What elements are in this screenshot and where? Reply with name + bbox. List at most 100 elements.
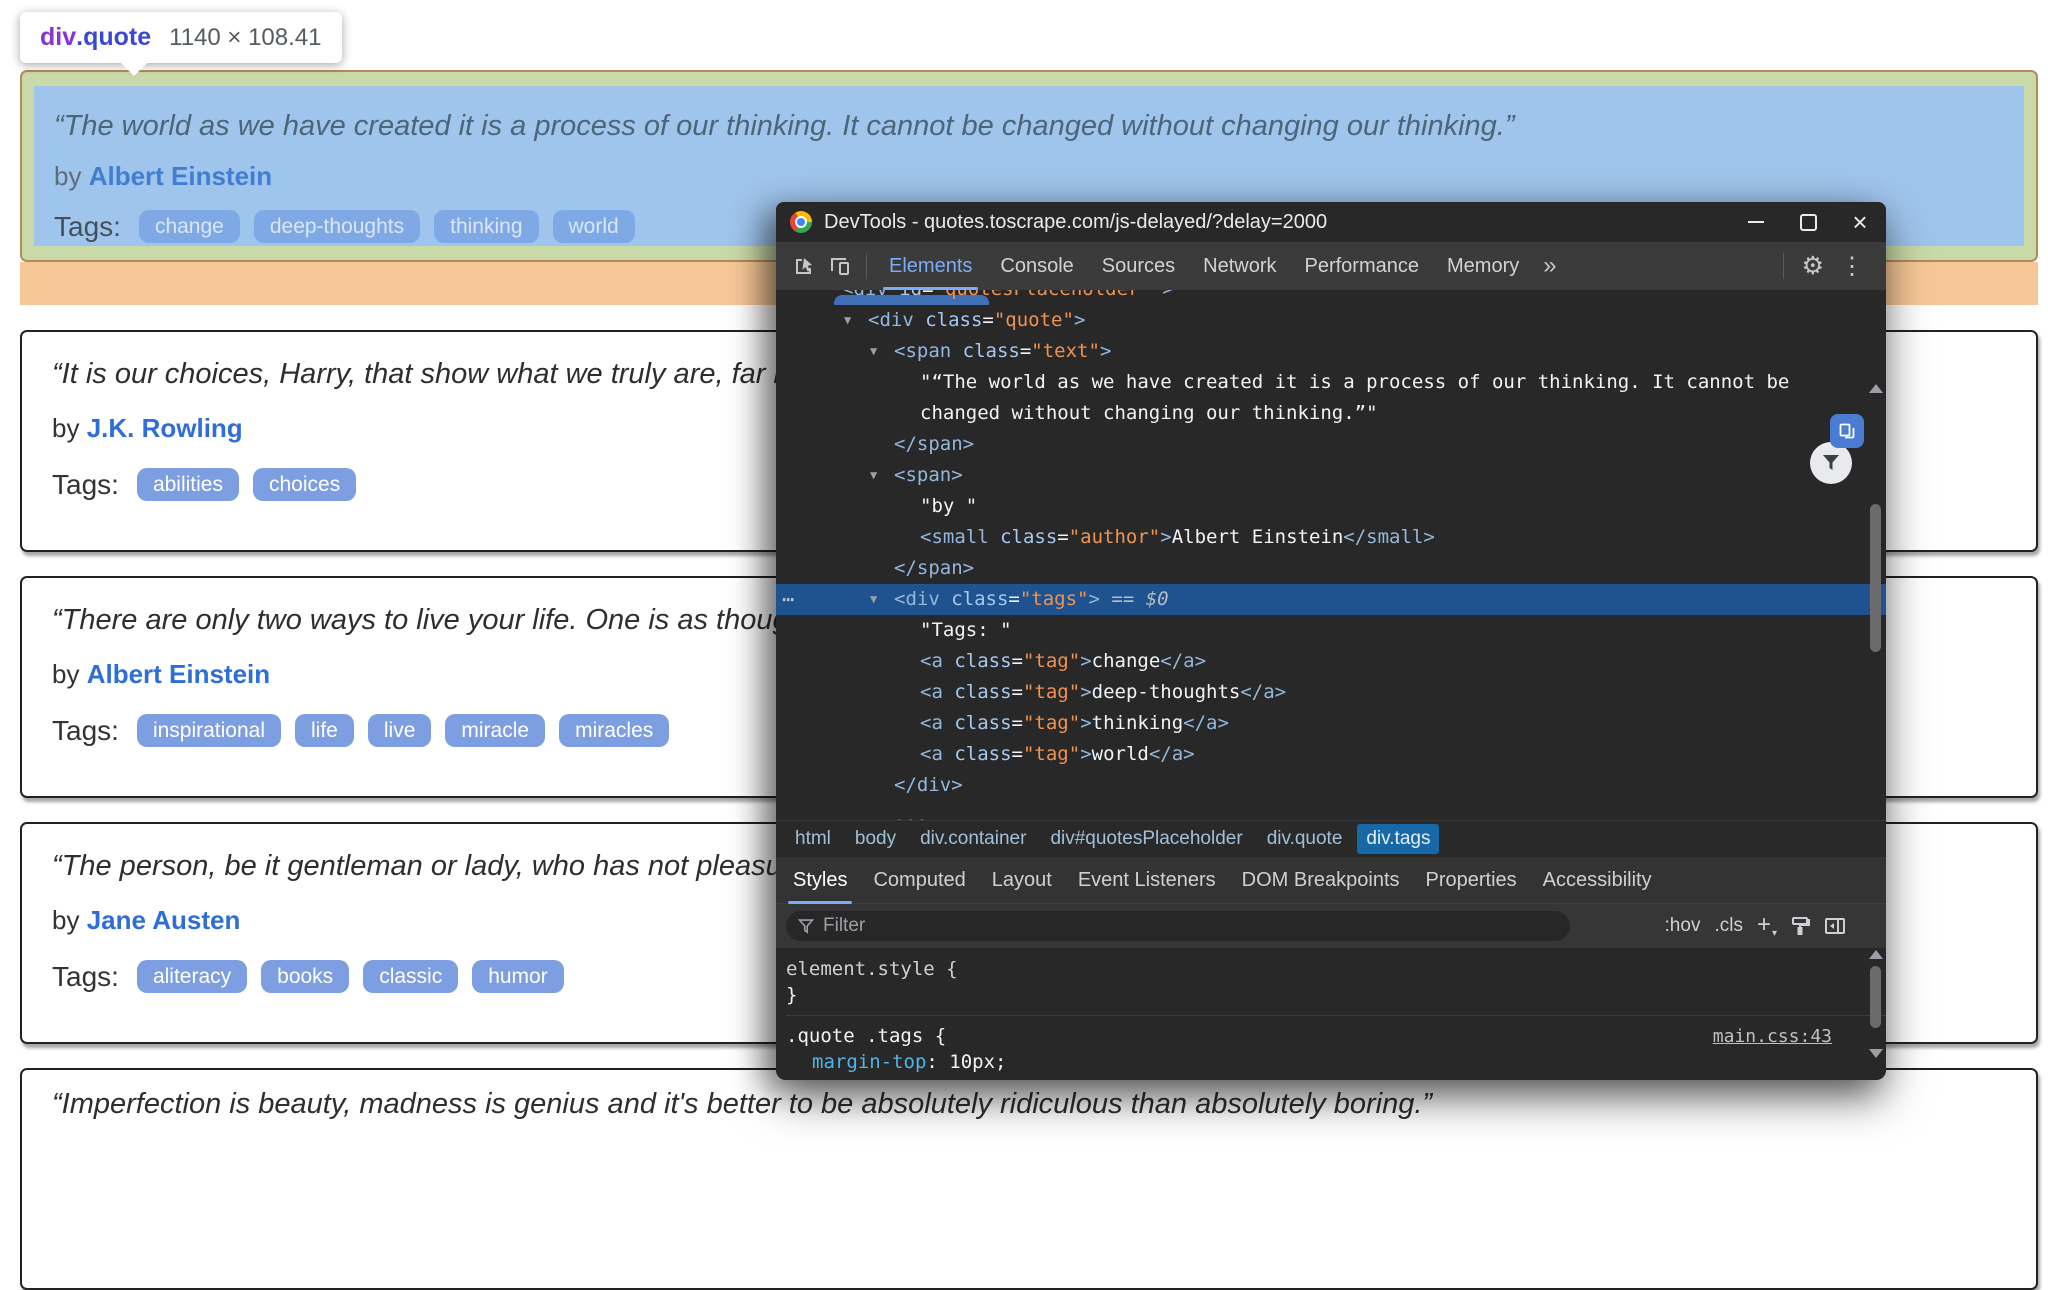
author-link[interactable]: J.K. Rowling xyxy=(87,413,243,443)
tag-pill[interactable]: life xyxy=(295,714,354,747)
dom-row[interactable]: ▼<div class="quote"> xyxy=(776,305,1886,336)
tags-label: Tags: xyxy=(54,211,121,243)
tag-pill[interactable]: abilities xyxy=(137,468,239,501)
dom-row[interactable]: </span> xyxy=(776,553,1886,584)
tag-pill[interactable]: live xyxy=(368,714,432,747)
node-options-dots-icon[interactable]: ⋯ xyxy=(782,584,795,615)
dom-row[interactable]: </span> xyxy=(776,429,1886,460)
dom-row[interactable]: ... xyxy=(776,801,1886,820)
filter-circle-icon[interactable] xyxy=(1810,442,1852,484)
dom-row[interactable]: <a class="tag">change</a> xyxy=(776,646,1886,677)
dom-row[interactable]: "by " xyxy=(776,491,1886,522)
settings-gear-icon[interactable]: ⚙ xyxy=(1792,251,1834,281)
dom-row[interactable]: ▼<span class="text"> xyxy=(776,336,1886,367)
dom-row[interactable]: <a class="tag">thinking</a> xyxy=(776,708,1886,739)
devtools-titlebar[interactable]: DevTools - quotes.toscrape.com/js-delaye… xyxy=(776,202,1886,242)
tab-elements[interactable]: Elements xyxy=(875,243,986,290)
tag-pill[interactable]: aliteracy xyxy=(137,960,247,993)
tag-pill[interactable]: inspirational xyxy=(137,714,281,747)
tag-pill[interactable]: miracle xyxy=(445,714,545,747)
close-button[interactable]: × xyxy=(1834,202,1886,242)
author-link[interactable]: Jane Austen xyxy=(87,905,241,935)
dom-row[interactable]: </div> xyxy=(776,770,1886,801)
stylesheet-source-link[interactable]: main.css:43 xyxy=(1713,1024,1832,1050)
maximize-button[interactable] xyxy=(1782,202,1834,242)
tag-pill[interactable]: miracles xyxy=(559,714,669,747)
tag-pill[interactable]: choices xyxy=(253,468,356,501)
styles-scrollbar[interactable] xyxy=(1869,948,1883,1072)
minimize-button[interactable] xyxy=(1730,202,1782,242)
tab-performance[interactable]: Performance xyxy=(1291,243,1434,290)
dom-token: > xyxy=(1160,526,1171,548)
css-colon: : xyxy=(926,1051,949,1073)
sidebar-tab-styles[interactable]: Styles xyxy=(780,857,860,904)
tab-memory[interactable]: Memory xyxy=(1433,243,1533,290)
sidebar-tab-event-listeners[interactable]: Event Listeners xyxy=(1065,857,1229,904)
tag-pill[interactable]: deep-thoughts xyxy=(254,210,420,243)
expand-arrow-icon[interactable]: ▼ xyxy=(870,336,877,367)
sidebar-tab-dom-breakpoints[interactable]: DOM Breakpoints xyxy=(1229,857,1413,904)
css-declaration[interactable]: margin-top: 10px; xyxy=(786,1049,1886,1075)
breadcrumb-item-div-tags[interactable]: div.tags xyxy=(1357,824,1439,854)
more-tabs-chevron[interactable]: » xyxy=(1533,252,1566,280)
dom-row[interactable]: ▼<span> xyxy=(776,460,1886,491)
breadcrumb-item-div-container[interactable]: div.container xyxy=(911,824,1035,854)
dom-token: "by " xyxy=(920,495,977,517)
dom-token: > xyxy=(1080,743,1091,765)
expand-arrow-icon[interactable]: ▼ xyxy=(870,460,877,491)
dom-row[interactable]: changed without changing our thinking.”" xyxy=(776,398,1886,429)
sidebar-tab-layout[interactable]: Layout xyxy=(979,857,1065,904)
tab-console[interactable]: Console xyxy=(986,243,1087,290)
breadcrumb-item-body[interactable]: body xyxy=(846,824,905,854)
devtools-window-title: DevTools - quotes.toscrape.com/js-delaye… xyxy=(824,211,1327,234)
breadcrumb-item-html[interactable]: html xyxy=(786,824,840,854)
breadcrumb-item-div-quotesplaceholder[interactable]: div#quotesPlaceholder xyxy=(1041,824,1251,854)
sidebar-tab-properties[interactable]: Properties xyxy=(1413,857,1530,904)
toggle-hover-button[interactable]: :hov xyxy=(1665,915,1701,937)
scrollbar-thumb[interactable] xyxy=(1870,504,1881,652)
scrollbar-up-arrow[interactable] xyxy=(1869,384,1883,393)
dom-token: <a xyxy=(920,681,943,703)
new-style-rule-button[interactable]: + xyxy=(1757,911,1776,939)
dom-row[interactable]: <a class="tag">deep-thoughts</a> xyxy=(776,677,1886,708)
tab-sources[interactable]: Sources xyxy=(1088,243,1189,290)
expand-arrow-icon[interactable]: ▼ xyxy=(870,584,877,615)
styles-scrollbar-down-arrow[interactable] xyxy=(1869,1049,1883,1058)
element-style-rule[interactable]: element.style { xyxy=(786,956,1886,982)
css-property[interactable]: margin-top xyxy=(812,1051,926,1073)
styles-filter-input[interactable]: Filter xyxy=(786,911,1570,941)
tag-pill[interactable]: change xyxy=(139,210,240,243)
dom-row[interactable]: <small class="author">Albert Einstein</s… xyxy=(776,522,1886,553)
copy-element-badge-icon[interactable] xyxy=(1830,414,1864,448)
kebab-menu-icon[interactable]: ⋮ xyxy=(1834,252,1876,281)
dom-row[interactable]: <a class="tag">world</a> xyxy=(776,739,1886,770)
styles-scrollbar-up-arrow[interactable] xyxy=(1869,950,1883,959)
breadcrumb-item-div-quote[interactable]: div.quote xyxy=(1258,824,1352,854)
sidebar-tab-computed[interactable]: Computed xyxy=(860,857,978,904)
author-link[interactable]: Albert Einstein xyxy=(87,659,270,689)
devtools-toolbar: ElementsConsoleSourcesNetworkPerformance… xyxy=(776,242,1886,290)
rendering-emulation-icon[interactable] xyxy=(1790,916,1810,936)
tag-pill[interactable]: humor xyxy=(472,960,564,993)
dom-token: <div xyxy=(868,309,914,331)
css-value[interactable]: 10px; xyxy=(949,1051,1006,1073)
inspect-element-icon[interactable] xyxy=(786,248,822,284)
computed-panel-toggle-icon[interactable] xyxy=(1824,916,1846,936)
sidebar-tab-accessibility[interactable]: Accessibility xyxy=(1530,857,1665,904)
dom-row[interactable]: ▼⋯<div class="tags"> == $0 xyxy=(776,584,1886,615)
tag-pill[interactable]: thinking xyxy=(434,210,538,243)
styles-scrollbar-thumb[interactable] xyxy=(1870,966,1881,1028)
tag-pill[interactable]: world xyxy=(553,210,635,243)
device-toolbar-icon[interactable] xyxy=(822,248,858,284)
dom-row[interactable]: <div id="quotesPlaceholder" > xyxy=(776,290,1886,305)
toggle-class-button[interactable]: .cls xyxy=(1714,915,1743,937)
tab-network[interactable]: Network xyxy=(1189,243,1290,290)
dom-row[interactable]: "“The world as we have created it is a p… xyxy=(776,367,1886,398)
funnel-icon xyxy=(798,919,814,934)
expand-arrow-icon[interactable]: ▼ xyxy=(844,305,851,336)
dom-tree-scrollbar[interactable] xyxy=(1869,382,1883,820)
tag-pill[interactable]: classic xyxy=(363,960,458,993)
tag-pill[interactable]: books xyxy=(261,960,349,993)
dom-row[interactable]: "Tags: " xyxy=(776,615,1886,646)
author-link[interactable]: Albert Einstein xyxy=(89,161,272,191)
